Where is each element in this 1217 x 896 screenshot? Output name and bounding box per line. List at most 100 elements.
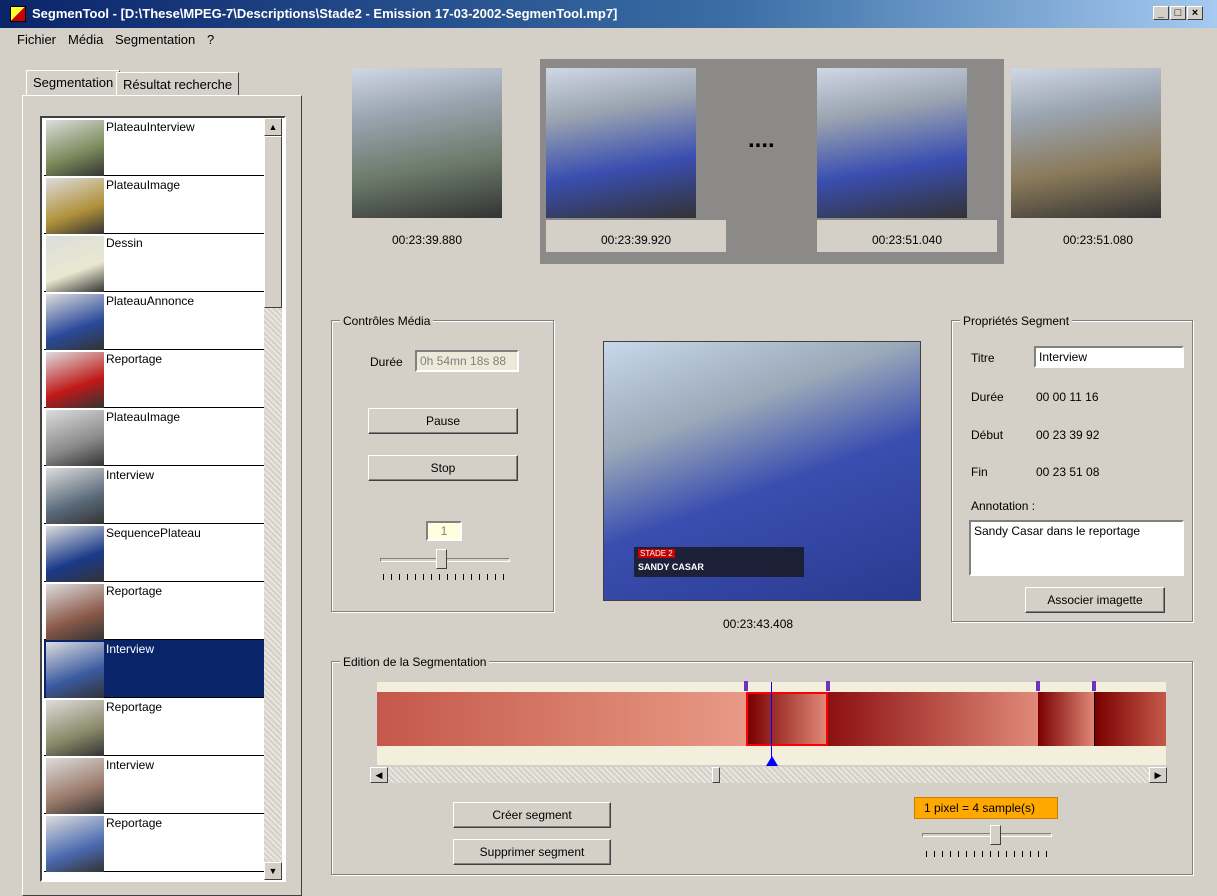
list-item[interactable]: PlateauImage — [44, 176, 266, 234]
segment-label: Reportage — [106, 816, 163, 830]
timeline-segment[interactable] — [1094, 692, 1166, 746]
segment-thumbnail — [46, 816, 104, 872]
preview-time: 00:23:43.408 — [723, 617, 794, 631]
list-item[interactable]: Reportage — [44, 582, 266, 640]
list-item[interactable]: Interview — [44, 466, 266, 524]
segment-thumbnail — [46, 120, 104, 176]
media-controls-title: Contrôles Média — [340, 314, 434, 328]
menu-bar: Fichier Média Segmentation ? — [0, 29, 1217, 49]
frame-thumbnail[interactable] — [1011, 68, 1161, 218]
segment-label: PlateauAnnonce — [106, 294, 195, 308]
list-item[interactable]: Interview — [44, 640, 266, 698]
menu-media[interactable]: Média — [68, 32, 103, 47]
speed-value: 1 — [426, 521, 462, 541]
start-label: Début — [971, 428, 1004, 442]
window-title: SegmenTool - [D:\These\MPEG-7\Descriptio… — [32, 6, 618, 21]
scroll-up-icon[interactable]: ▲ — [264, 118, 282, 136]
frame-thumbnail[interactable] — [352, 68, 502, 218]
scroll-thumb[interactable] — [264, 136, 282, 308]
zoom-slider-thumb[interactable] — [990, 825, 1001, 845]
segment-label: Reportage — [106, 700, 163, 714]
segment-label: Reportage — [106, 584, 163, 598]
list-item[interactable]: PlateauAnnonce — [44, 292, 266, 350]
playhead-line — [771, 682, 772, 765]
scroll-down-icon[interactable]: ▼ — [264, 862, 282, 880]
segment-thumbnail — [46, 468, 104, 524]
menu-fichier[interactable]: Fichier — [17, 32, 56, 47]
segment-boundary-marker[interactable] — [1092, 681, 1096, 691]
associate-thumbnail-button[interactable]: Associer imagette — [1025, 587, 1165, 613]
segment-label: Interview — [106, 758, 155, 772]
create-segment-button[interactable]: Créer segment — [453, 802, 611, 828]
zoom-scale-label: 1 pixel = 4 sample(s) — [914, 797, 1058, 819]
segmentation-editing-title: Edition de la Segmentation — [340, 655, 490, 669]
playhead-icon[interactable] — [766, 756, 778, 766]
delete-segment-button[interactable]: Supprimer segment — [453, 839, 611, 865]
segment-label: Dessin — [106, 236, 143, 250]
segment-label: Reportage — [106, 352, 163, 366]
timeline-segment[interactable] — [1038, 692, 1094, 746]
preview-caption-name: SANDY CASAR — [638, 562, 704, 572]
list-item[interactable]: Dessin — [44, 234, 266, 292]
segment-label: PlateauImage — [106, 410, 181, 424]
list-item[interactable]: SequencePlateau — [44, 524, 266, 582]
title-input[interactable]: Interview — [1034, 346, 1184, 368]
segment-list-scrollbar[interactable]: ▲ ▼ — [264, 118, 282, 880]
segment-boundary-marker[interactable] — [1036, 681, 1040, 691]
list-item[interactable]: PlateauImage — [44, 408, 266, 466]
tab-resultat-recherche[interactable]: Résultat recherche — [116, 72, 240, 96]
zoom-slider-ticks — [926, 851, 1050, 857]
segment-label: Interview — [106, 468, 155, 482]
tab-segmentation[interactable]: Segmentation — [26, 70, 121, 96]
list-item[interactable]: Reportage — [44, 698, 266, 756]
stop-button[interactable]: Stop — [368, 455, 518, 481]
annotation-textarea[interactable]: Sandy Casar dans le reportage — [969, 520, 1184, 576]
timeline-segment[interactable] — [828, 692, 1038, 746]
video-preview[interactable]: STADE 2 SANDY CASAR — [603, 341, 921, 601]
list-item[interactable]: Interview — [44, 756, 266, 814]
segment-thumbnail — [46, 758, 104, 814]
segment-boundary-marker[interactable] — [826, 681, 830, 691]
timeline-segment-selected[interactable] — [746, 692, 828, 746]
segment-thumbnail — [46, 294, 104, 350]
app-icon — [10, 6, 26, 22]
frame-thumbnail[interactable] — [546, 68, 696, 218]
segment-thumbnail — [46, 526, 104, 582]
duration-label: Durée — [370, 355, 403, 369]
start-value: 00 23 39 92 — [1036, 428, 1100, 442]
menu-segmentation[interactable]: Segmentation — [115, 32, 195, 47]
minimize-button[interactable]: _ — [1153, 6, 1169, 20]
timeline-scroll-thumb[interactable] — [712, 767, 720, 783]
frame-thumbnail[interactable] — [817, 68, 967, 218]
segment-thumbnail — [46, 700, 104, 756]
frame-time: 00:23:51.040 — [871, 233, 943, 247]
frames-ellipsis: .... — [748, 126, 775, 153]
segment-thumbnail — [46, 178, 104, 234]
scroll-left-icon[interactable]: ◀ — [370, 767, 388, 783]
segment-thumbnail — [46, 584, 104, 640]
frame-time: 00:23:51.080 — [1062, 233, 1134, 247]
menu-help[interactable]: ? — [207, 32, 214, 47]
segment-thumbnail — [46, 236, 104, 292]
preview-caption-show: STADE 2 — [638, 549, 675, 558]
segment-label: Interview — [106, 642, 155, 656]
speed-slider-thumb[interactable] — [436, 549, 447, 569]
timeline-scrollbar[interactable]: ◀ ▶ — [370, 767, 1167, 783]
end-label: Fin — [971, 465, 988, 479]
pause-button[interactable]: Pause — [368, 408, 518, 434]
maximize-button[interactable]: □ — [1170, 6, 1186, 20]
scroll-right-icon[interactable]: ▶ — [1149, 767, 1167, 783]
close-button[interactable]: × — [1187, 6, 1203, 20]
segment-label: SequencePlateau — [106, 526, 201, 540]
list-item[interactable]: Reportage — [44, 814, 266, 872]
segment-boundary-marker[interactable] — [744, 681, 748, 691]
list-item[interactable]: Reportage — [44, 350, 266, 408]
list-item[interactable]: PlateauInterview — [44, 118, 266, 176]
frame-time: 00:23:39.920 — [600, 233, 672, 247]
segment-list[interactable]: PlateauInterview PlateauImage Dessin Pla… — [40, 116, 286, 882]
timeline-segment[interactable] — [377, 692, 746, 746]
preview-caption: STADE 2 SANDY CASAR — [634, 547, 804, 577]
speed-slider-ticks — [383, 574, 505, 580]
segment-duration-value: 00 00 11 16 — [1036, 390, 1099, 404]
annotation-label: Annotation : — [971, 499, 1036, 513]
